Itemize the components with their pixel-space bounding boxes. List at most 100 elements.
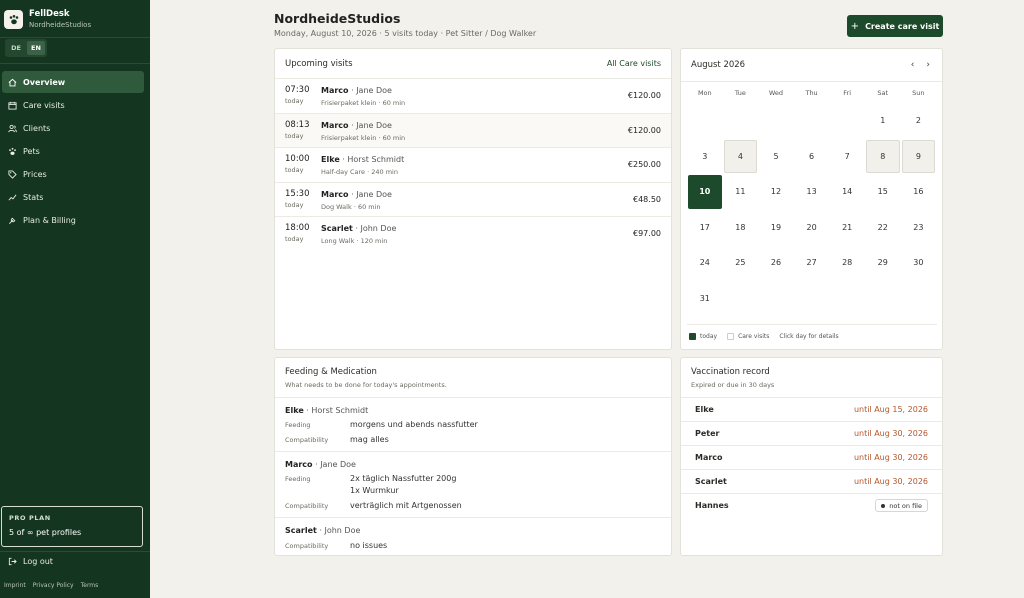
calendar-day[interactable]: 2 [902,104,936,138]
calendar-day[interactable]: 27 [795,246,829,280]
calendar-day-today[interactable]: 10 [688,175,722,209]
vaccination-row[interactable]: Marco until Aug 30, 2026 [681,445,942,469]
vaccination-row[interactable]: Hannes not on file [681,493,942,517]
brand-name: FellDesk [29,9,70,19]
sidebar-item-plan-billing[interactable]: Plan & Billing [2,209,144,231]
calendar-day[interactable]: 12 [759,175,793,209]
calendar-day[interactable]: 3 [688,140,722,174]
footer-link-privacy[interactable]: Privacy Policy [33,582,74,589]
sidebar-item-prices[interactable]: Prices [2,163,144,185]
vaccination-row[interactable]: Elke until Aug 15, 2026 [681,397,942,421]
sidebar-item-care-visits[interactable]: Care visits [2,94,144,116]
footer-link-imprint[interactable]: Imprint [4,582,26,589]
feeding-pet-block: Scarlet · John Doe Compatibility no issu… [275,517,671,555]
sidebar-divider [0,551,150,552]
calendar-day[interactable]: 4 [723,139,758,173]
chevron-left-icon[interactable]: ‹ [911,60,915,70]
legend-visits-label: Care visits [738,333,770,340]
calendar-blank [723,103,759,139]
sidebar-nav: Overview Care visits Clients Pets Prices… [2,71,144,232]
paw-logo-icon [4,10,23,29]
chevron-right-icon[interactable]: › [926,60,930,70]
visit-pet: Scarlet [321,224,353,233]
sidebar-item-pets[interactable]: Pets [2,140,144,162]
sidebar-divider [0,37,150,38]
brand[interactable]: FellDesk NordheideStudios [4,7,144,32]
lang-en[interactable]: EN [27,41,45,55]
feeding-list: Elke · Horst Schmidt Feeding morgens und… [275,397,671,555]
status-dot-icon [881,503,886,508]
visit-duration: 60 min [382,133,406,142]
vaccination-record-card: Vaccination record Expired or due in 30 … [680,357,943,556]
legend-today-label: today [700,333,718,340]
visit-owner: Jane Doe [356,86,392,95]
sidebar-item-label: Stats [23,192,44,202]
visit-owner: John Doe [360,224,397,233]
calendar-day[interactable]: 23 [902,211,936,245]
weekday-label: Mon [697,89,712,97]
calendar-day[interactable]: 8 [865,139,900,173]
vaccination-pet: Scarlet [695,477,727,486]
visit-row[interactable]: 18:00 today Scarlet · John Doe Long Walk… [275,216,671,251]
footer-link-terms[interactable]: Terms [81,582,99,589]
calendar-day[interactable]: 7 [830,140,864,174]
visit-row[interactable]: 15:30 today Marco · Jane Doe Dog Walk · … [275,181,671,217]
calendar-day[interactable]: 20 [795,211,829,245]
visit-service: Half-day Care [321,168,366,176]
visit-row[interactable]: 07:30 today Marco · Jane Doe Frisierpake… [275,78,671,113]
feeding-pet-name: Elke [285,406,304,415]
sidebar-item-overview[interactable]: Overview [2,71,144,93]
calendar-day[interactable]: 22 [866,211,900,245]
feeding-pet-block: Marco · Jane Doe Feeding 2x täglich Nass… [275,451,671,517]
vaccination-pet: Elke [695,405,714,414]
calendar-day[interactable]: 5 [759,140,793,174]
vaccination-row[interactable]: Peter until Aug 30, 2026 [681,421,942,445]
calendar-day[interactable]: 13 [795,175,829,209]
calendar-day[interactable]: 9 [901,139,936,173]
sidebar-item-stats[interactable]: Stats [2,186,144,208]
visit-day: today [285,235,304,243]
plan-card[interactable]: PRO PLAN 5 of ∞ pet profiles [1,506,143,547]
visit-owner: Jane Doe [356,189,392,199]
feeding-value: 1x Wurmkur [350,486,399,495]
calendar-day[interactable]: 17 [688,211,722,245]
lang-de[interactable]: DE [7,41,25,55]
vaccination-pet: Hannes [695,501,729,510]
calendar-day[interactable]: 1 [866,104,900,138]
visit-price: €97.00 [633,229,661,238]
calendar-day[interactable]: 16 [902,175,936,209]
calendar-day[interactable]: 25 [724,246,758,280]
calendar-grid: Mon Tue Wed Thu Fri Sat Sun 1 2 3 4 5 6 7 8 9 10 1… [687,89,937,316]
feeding-pet-block: Elke · Horst Schmidt Feeding morgens und… [275,397,671,451]
calendar-day[interactable]: 21 [830,211,864,245]
calendar-day[interactable]: 30 [902,246,936,280]
visit-pet: Marco [321,86,349,95]
vaccination-pet: Peter [695,429,720,438]
create-care-visit-button[interactable]: + Create care visit [847,15,943,37]
feeding-pet-name: Marco [285,460,313,469]
plus-icon: + [850,20,860,32]
calendar-day[interactable]: 18 [724,211,758,245]
calendar-day[interactable]: 28 [830,246,864,280]
calendar-day[interactable]: 19 [759,211,793,245]
all-care-visits-link[interactable]: All Care visits [607,59,661,68]
calendar-day[interactable]: 29 [866,246,900,280]
calendar-day[interactable]: 24 [688,246,722,280]
calendar-day[interactable]: 6 [795,140,829,174]
visit-day: today [285,200,304,209]
calendar-blank [794,103,830,139]
calendar-day[interactable]: 11 [724,175,758,209]
calendar-day[interactable]: 14 [830,175,864,209]
calendar-day[interactable]: 31 [688,282,722,316]
visit-row[interactable]: 08:13 today Marco · Jane Doe Frisierpake… [275,112,671,147]
sidebar-item-clients[interactable]: Clients [2,117,144,139]
visit-row[interactable]: 10:00 today Elke · Horst Schmidt Half-da… [275,147,671,182]
feeding-title: Feeding & Medication [285,367,377,377]
logout-button[interactable]: Log out [8,557,53,566]
sidebar-item-label: Pets [23,146,40,156]
calendar-day[interactable]: 26 [759,246,793,280]
vaccination-row[interactable]: Scarlet until Aug 30, 2026 [681,469,942,493]
sidebar-divider [0,63,150,64]
page-title: NordheideStudios [274,11,401,26]
calendar-day[interactable]: 15 [866,175,900,209]
